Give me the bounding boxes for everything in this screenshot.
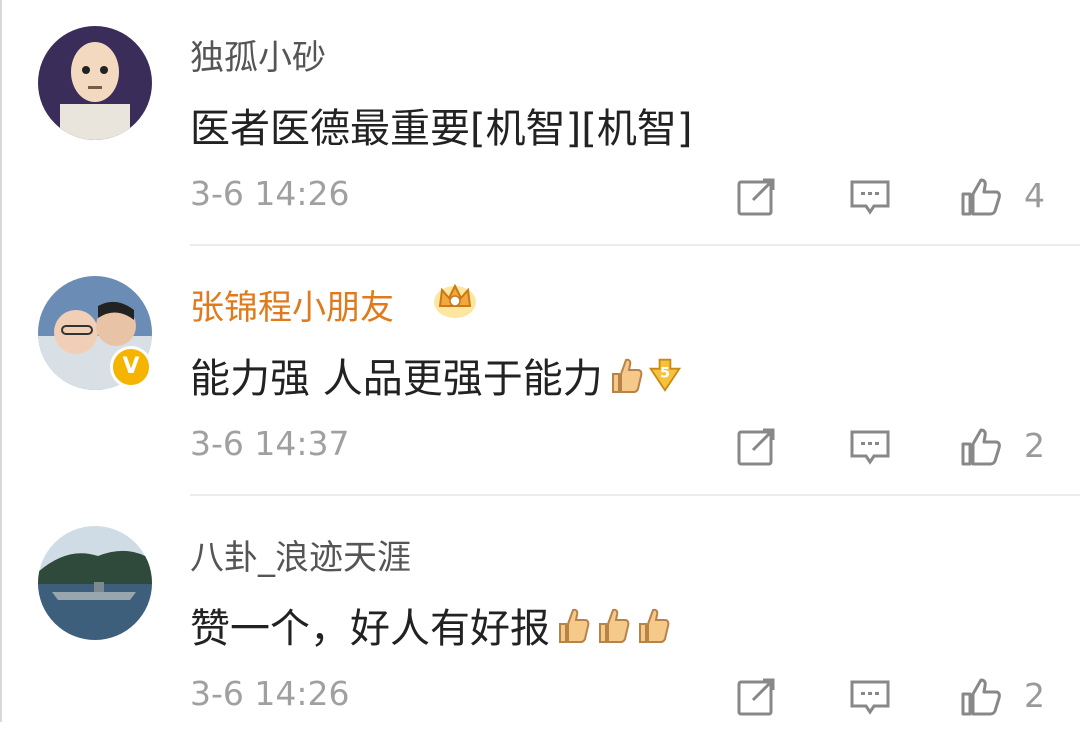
svg-text:5: 5	[660, 366, 670, 382]
five-arrow-icon: 5	[648, 358, 681, 392]
comment-text: 能力强 人品更强于能力 5	[190, 346, 683, 404]
comment-item: V 张锦程小朋友 能力强 人品更强于能力 5 3-6 14:37 2	[2, 250, 1080, 500]
divider	[190, 494, 1080, 496]
like-icon[interactable]	[959, 424, 1003, 468]
share-icon[interactable]	[735, 174, 779, 218]
avatar[interactable]	[38, 26, 152, 140]
timestamp: 3-6 14:26	[190, 674, 350, 713]
timestamp: 3-6 14:26	[190, 174, 350, 213]
thumbs-up-icon	[639, 608, 670, 643]
reply-icon[interactable]	[848, 174, 892, 218]
thumbs-up-icon	[611, 358, 643, 393]
comment-text: 医者医德最重要[机智][机智]	[190, 106, 693, 152]
comment-text-content: 能力强 人品更强于能力	[190, 356, 603, 402]
crown-icon[interactable]	[432, 276, 478, 320]
comment-feed: 独孤小砂 医者医德最重要[机智][机智] 3-6 14:26 4 V 张锦程小朋…	[0, 0, 1080, 722]
like-count: 2	[1024, 676, 1045, 715]
comment-text-content: 赞一个，好人有好报	[190, 606, 550, 652]
divider	[190, 244, 1080, 246]
reply-icon[interactable]	[848, 424, 892, 468]
avatar[interactable]	[38, 526, 152, 640]
timestamp: 3-6 14:37	[190, 424, 350, 463]
verified-icon: V	[110, 346, 152, 388]
like-count: 4	[1024, 176, 1045, 215]
comment-item: 独孤小砂 医者医德最重要[机智][机智] 3-6 14:26 4	[2, 0, 1080, 250]
comment-item: 八卦_浪迹天涯 赞一个，好人有好报 3-6 14:26 2	[2, 500, 1080, 750]
username[interactable]: 张锦程小朋友	[190, 280, 394, 329]
username[interactable]: 八卦_浪迹天涯	[190, 530, 411, 579]
thumbs-up-icon	[559, 608, 590, 643]
reply-icon[interactable]	[848, 674, 892, 718]
like-icon[interactable]	[959, 174, 1003, 218]
like-count: 2	[1024, 426, 1045, 465]
thumbs-up-icon	[599, 608, 630, 643]
username[interactable]: 独孤小砂	[190, 30, 326, 79]
share-icon[interactable]	[735, 424, 779, 468]
comment-text: 赞一个，好人有好报	[190, 596, 670, 654]
like-icon[interactable]	[959, 674, 1003, 718]
share-icon[interactable]	[735, 674, 779, 718]
